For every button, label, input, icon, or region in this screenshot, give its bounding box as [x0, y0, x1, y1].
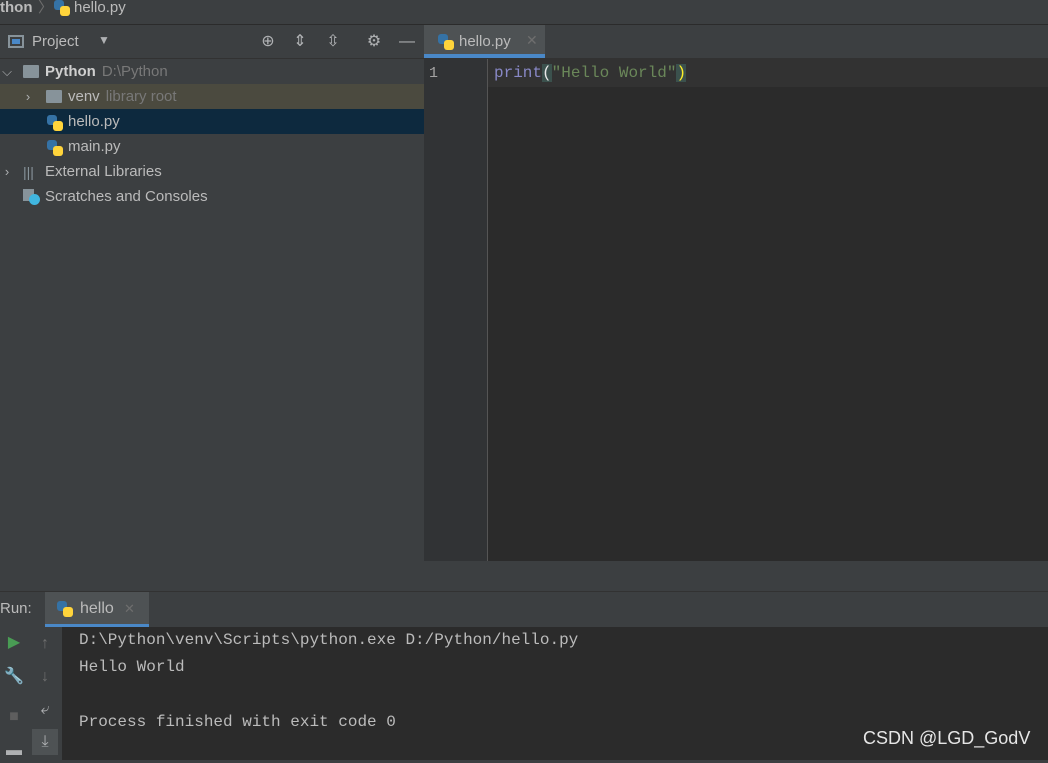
python-file-icon	[47, 114, 63, 131]
close-icon[interactable]: ✕	[526, 32, 538, 49]
scroll-to-end-icon[interactable]: ⤓	[32, 729, 58, 755]
soft-wrap-icon[interactable]: ⤶	[28, 698, 62, 722]
project-tree: ⌵ Python D:\Python › venv library root hel…	[0, 59, 424, 590]
python-file-icon	[438, 34, 454, 54]
tree-item-venv[interactable]: › venv library root	[0, 84, 424, 109]
arrow-down-icon[interactable]: ↓	[28, 665, 62, 689]
line-gutter: 1	[424, 59, 488, 561]
run-tab-hello[interactable]: hello ✕	[45, 592, 149, 627]
chevron-right-icon[interactable]: ›	[21, 84, 35, 109]
tree-item-label: Python	[45, 63, 96, 80]
python-file-icon	[47, 139, 63, 156]
play-icon[interactable]: ▶	[0, 631, 28, 655]
run-panel-header: Run: hello ✕	[0, 591, 1048, 627]
tab-active-indicator	[424, 54, 545, 58]
line-number: 1	[429, 65, 439, 82]
tree-item-scratches[interactable]: Scratches and Consoles	[0, 184, 424, 209]
tree-item-label: venv	[68, 88, 100, 105]
tree-item-label: Scratches and Consoles	[45, 188, 208, 205]
project-window-icon	[8, 35, 24, 48]
python-icon	[57, 601, 73, 621]
console-line: D:\Python\venv\Scripts\python.exe D:/Pyt…	[79, 631, 579, 649]
project-panel-header: Project ▼ ⊕ ⇕ ⇳ ⚙ —	[0, 25, 424, 59]
console-line: Process finished with exit code 0	[79, 713, 396, 731]
chevron-down-icon[interactable]: ▼	[98, 33, 110, 47]
code-paren-open: (	[542, 64, 552, 82]
project-title[interactable]: Project	[32, 33, 79, 50]
arrow-up-icon[interactable]: ↑	[28, 632, 62, 656]
code-string: "Hello World"	[551, 64, 677, 82]
run-label: Run:	[0, 600, 32, 617]
breadcrumb-project[interactable]: thon	[0, 0, 32, 16]
folder-icon	[46, 90, 62, 103]
tree-item-hello-py[interactable]: hello.py	[0, 109, 424, 134]
expand-all-icon[interactable]: ⇕	[290, 32, 310, 52]
editor-tab-bar: hello.py ✕	[424, 25, 1048, 59]
python-file-icon	[54, 0, 70, 20]
tree-item-python[interactable]: ⌵ Python D:\Python	[0, 59, 424, 84]
run-tab-label: hello	[80, 600, 114, 617]
console-toolbar: ↑ ↓ ⤶ ⤓	[28, 627, 63, 760]
folder-icon	[23, 65, 39, 78]
locate-icon[interactable]: ⊕	[258, 32, 278, 52]
tree-item-external-libraries[interactable]: › ||| External Libraries	[0, 159, 424, 184]
close-icon[interactable]: ✕	[124, 601, 135, 617]
run-toolbar: ▶ 🔧 ■ ▬	[0, 627, 28, 760]
tab-hello-py[interactable]: hello.py ✕	[424, 25, 545, 58]
watermark: CSDN @LGD_GodV	[863, 728, 1031, 748]
code-editor[interactable]: 1 print("Hello World")	[424, 59, 1048, 561]
tab-label: hello.py	[459, 33, 511, 50]
chevron-down-icon[interactable]: ⌵	[0, 59, 14, 84]
collapse-all-icon[interactable]: ⇳	[323, 32, 343, 52]
tree-item-path: D:\Python	[101, 63, 168, 80]
minimize-icon[interactable]: —	[397, 32, 417, 52]
chevron-right-icon[interactable]: ›	[0, 159, 14, 184]
library-root-label: library root	[105, 88, 177, 105]
tree-item-label: External Libraries	[45, 163, 162, 180]
console-line: Hello World	[79, 658, 185, 676]
tree-item-main-py[interactable]: main.py	[0, 134, 424, 159]
stop-icon[interactable]: ■	[0, 705, 28, 729]
editor-footer	[424, 561, 1048, 590]
wrench-icon[interactable]: 🔧	[0, 665, 28, 689]
code-paren-close: )	[676, 64, 687, 82]
tree-item-label: main.py	[68, 138, 121, 155]
breadcrumb-separator-icon: 〉	[38, 0, 54, 16]
scratches-icon	[23, 189, 40, 205]
breadcrumb: thon 〉 hello.py	[0, 0, 1048, 25]
code-keyword: print	[494, 64, 543, 82]
tree-item-label: hello.py	[68, 113, 120, 130]
code-text: print("Hello World")	[494, 64, 687, 82]
gear-icon[interactable]: ⚙	[364, 32, 384, 52]
breadcrumb-file[interactable]: hello.py	[74, 0, 126, 16]
library-icon: |||	[23, 164, 34, 180]
layout-icon[interactable]: ▬	[0, 739, 28, 763]
code-line[interactable]: print("Hello World")	[488, 59, 1048, 87]
